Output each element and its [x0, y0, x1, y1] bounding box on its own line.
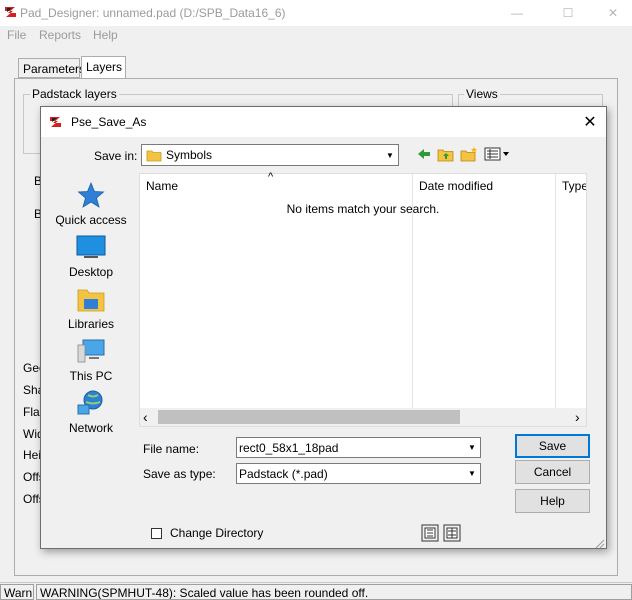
- menu-help[interactable]: Help: [93, 28, 118, 42]
- help-button[interactable]: Help: [515, 489, 590, 513]
- column-header-name[interactable]: Name: [140, 174, 412, 196]
- dialog-title: Pse_Save_As: [71, 115, 147, 129]
- computer-icon: [76, 337, 106, 365]
- network-globe-icon: [76, 389, 106, 417]
- status-level: Warn: [0, 584, 34, 600]
- folder-icon: [146, 148, 162, 162]
- menu-bar: File Reports Help: [0, 26, 632, 46]
- tab-parameters[interactable]: Parameters: [18, 58, 85, 78]
- views-label: Views: [464, 87, 500, 101]
- save-in-label: Save in:: [94, 149, 138, 163]
- place-label: Desktop: [68, 265, 114, 279]
- resize-grip-icon[interactable]: [593, 537, 605, 549]
- bg-label: Hei: [23, 448, 42, 462]
- scroll-left-icon[interactable]: ‹: [143, 409, 148, 425]
- place-label: This PC: [69, 369, 113, 383]
- app-icon: [4, 5, 18, 19]
- tab-layers[interactable]: Layers: [81, 56, 126, 79]
- dialog-app-icon: [49, 115, 63, 129]
- star-icon: [76, 181, 106, 209]
- sort-indicator-icon: ^: [268, 171, 274, 183]
- scroll-right-icon[interactable]: ›: [575, 409, 580, 425]
- change-directory-checkbox[interactable]: [151, 528, 162, 539]
- place-quick-access[interactable]: Quick access: [49, 181, 133, 231]
- save-in-value: Symbols: [166, 148, 213, 162]
- file-name-field[interactable]: rect0_58x1_18pad ▼: [236, 437, 481, 458]
- detail-view-icon[interactable]: [421, 524, 439, 542]
- file-name-label: File name:: [143, 442, 200, 456]
- save-button[interactable]: Save: [515, 434, 590, 458]
- maximize-button[interactable]: ☐: [545, 0, 591, 26]
- place-label: Libraries: [67, 317, 115, 331]
- file-list[interactable]: Name ^ Date modified Type No items match…: [139, 171, 587, 427]
- desktop-icon: [76, 233, 106, 261]
- new-folder-icon[interactable]: [460, 146, 478, 162]
- save-as-type-combo[interactable]: Padstack (*.pad) ▼: [236, 463, 481, 484]
- horizontal-scrollbar[interactable]: ‹ ›: [140, 408, 586, 426]
- save-as-type-label: Save as type:: [143, 467, 216, 481]
- cancel-button[interactable]: Cancel: [515, 460, 590, 484]
- menu-reports[interactable]: Reports: [39, 28, 81, 42]
- dialog-close-icon[interactable]: ✕: [580, 112, 600, 132]
- save-in-combo[interactable]: Symbols ▼: [141, 144, 399, 166]
- column-header-type[interactable]: Type: [556, 174, 586, 196]
- change-directory-label: Change Directory: [170, 526, 264, 540]
- padstack-layers-label: Padstack layers: [30, 87, 119, 101]
- empty-list-message: No items match your search.: [286, 202, 440, 216]
- file-name-value: rect0_58x1_18pad: [239, 440, 339, 455]
- place-network[interactable]: Network: [49, 389, 133, 439]
- place-label: Quick access: [55, 213, 127, 227]
- save-as-type-value: Padstack (*.pad): [239, 466, 328, 481]
- close-button[interactable]: ✕: [590, 0, 632, 26]
- scrollbar-thumb[interactable]: [158, 410, 460, 424]
- place-label: Network: [68, 421, 113, 435]
- chevron-down-icon: ▼: [463, 464, 480, 483]
- list-view-icon[interactable]: [443, 524, 461, 542]
- chevron-down-icon[interactable]: ▼: [463, 438, 480, 457]
- libraries-icon: [76, 285, 106, 313]
- chevron-down-icon: ▼: [381, 145, 398, 165]
- place-libraries[interactable]: Libraries: [49, 285, 133, 335]
- up-folder-icon[interactable]: [437, 146, 455, 162]
- places-bar: Quick access Desktop Libraries This PC N…: [49, 173, 133, 435]
- status-bar: Warn WARNING(SPMHUT-48): Scaled value ha…: [0, 582, 632, 600]
- place-desktop[interactable]: Desktop: [49, 233, 133, 283]
- back-icon[interactable]: [415, 146, 433, 162]
- dialog-title-bar: Pse_Save_As ✕: [41, 107, 606, 137]
- main-title-bar: Pad_Designer: unnamed.pad (D:/SPB_Data16…: [0, 0, 632, 26]
- menu-file[interactable]: File: [7, 28, 26, 42]
- status-message: WARNING(SPMHUT-48): Scaled value has bee…: [36, 584, 632, 600]
- minimize-button[interactable]: —: [494, 0, 540, 26]
- column-header-date[interactable]: Date modified: [413, 174, 555, 196]
- place-this-pc[interactable]: This PC: [49, 337, 133, 387]
- window-title: Pad_Designer: unnamed.pad (D:/SPB_Data16…: [20, 6, 286, 20]
- view-menu-icon[interactable]: [484, 146, 512, 162]
- save-as-dialog: Pse_Save_As ✕ Save in: Symbols ▼ Quick a…: [40, 106, 607, 549]
